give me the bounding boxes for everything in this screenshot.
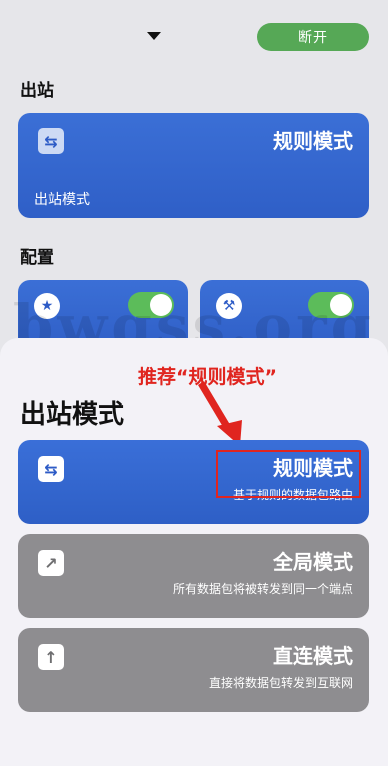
option-direct-mode[interactable]: ↑ 直连模式 直接将数据包转发到互联网 [18, 628, 369, 712]
outbound-mode-caption: 出站模式 [34, 192, 90, 208]
swap-arrows-icon: ⇆ [38, 128, 64, 154]
option-subtitle: 所有数据包将被转发到同一个端点 [172, 582, 353, 596]
option-global-mode[interactable]: ↗ 全局模式 所有数据包将被转发到同一个端点 [18, 534, 369, 618]
sheet-title: 出站模式 [20, 400, 125, 430]
annotation-highlight-box [216, 450, 361, 498]
option-subtitle: 直接将数据包转发到互联网 [208, 676, 353, 690]
annotation-label: 推荐“规则模式” [138, 366, 277, 388]
option-title: 直连模式 [273, 644, 353, 668]
outbound-mode-card[interactable]: ⇆ 规则模式 出站模式 [18, 113, 369, 218]
section-title-outbound: 出站 [20, 81, 54, 101]
arrow-up-right-icon: ↗ [38, 550, 64, 576]
chevron-down-icon[interactable] [147, 32, 161, 40]
arrow-up-icon: ↑ [38, 644, 64, 670]
disconnect-button[interactable]: 断开 [257, 23, 369, 51]
section-title-config: 配置 [20, 248, 54, 268]
swap-arrows-icon: ⇆ [38, 456, 64, 482]
option-title: 全局模式 [273, 550, 353, 574]
outbound-mode-value: 规则模式 [273, 129, 353, 153]
